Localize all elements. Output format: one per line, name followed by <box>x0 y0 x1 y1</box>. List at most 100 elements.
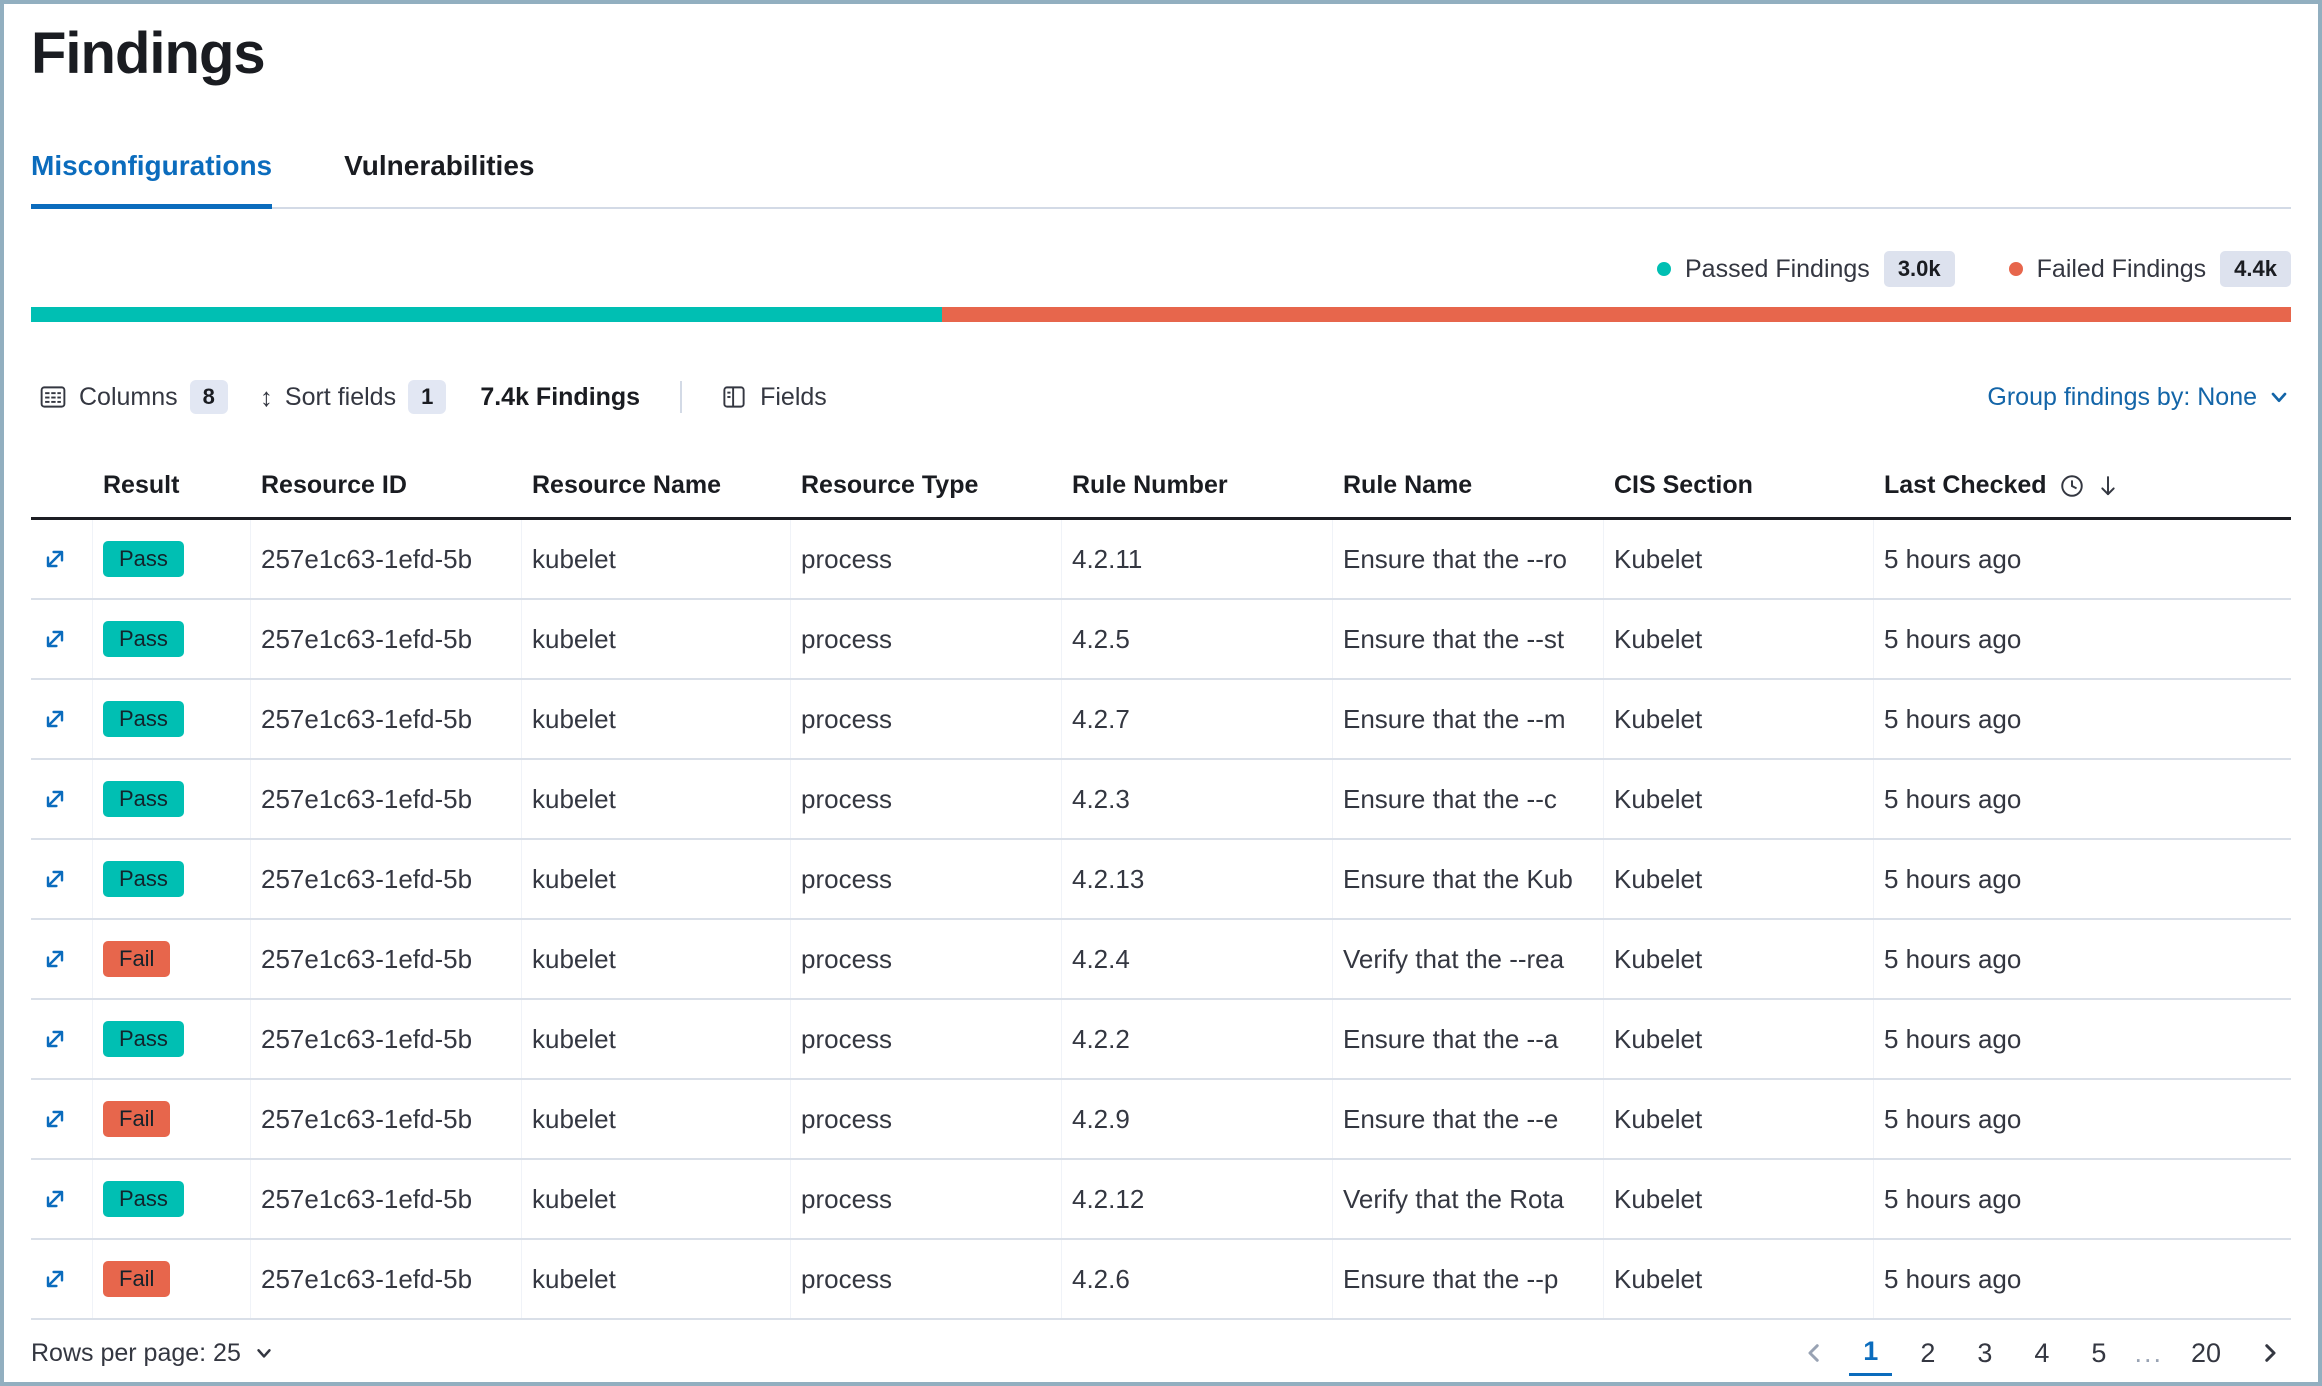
rule-number-cell: 4.2.13 <box>1062 840 1333 918</box>
rule-number-cell: 4.2.3 <box>1062 760 1333 838</box>
findings-total: 7.4k Findings <box>470 383 650 412</box>
last-checked-cell: 5 hours ago <box>1874 1240 2291 1318</box>
table-row: Pass 257e1c63-1efd-5b kubelet process 4.… <box>31 1160 2291 1240</box>
expand-row-icon[interactable] <box>41 705 69 733</box>
table-row: Pass 257e1c63-1efd-5b kubelet process 4.… <box>31 520 2291 600</box>
columns-button[interactable]: Columns 8 <box>31 376 236 418</box>
findings-table: Result Resource ID Resource Name Resourc… <box>31 454 2291 1386</box>
resource-id-cell: 257e1c63-1efd-5b <box>251 760 522 838</box>
page-ellipsis: ... <box>2134 1338 2163 1369</box>
expand-row-icon[interactable] <box>41 1025 69 1053</box>
resource-id-cell: 257e1c63-1efd-5b <box>251 600 522 678</box>
group-findings-by-button[interactable]: Group findings by: None <box>1987 383 2291 412</box>
expand-row-icon[interactable] <box>41 785 69 813</box>
cis-section-cell: Kubelet <box>1604 1000 1874 1078</box>
result-badge: Pass <box>103 621 184 657</box>
cis-section-cell: Kubelet <box>1604 840 1874 918</box>
header-resource-type[interactable]: Resource Type <box>791 454 1062 517</box>
resource-type-cell: process <box>791 520 1062 598</box>
expand-row-icon[interactable] <box>41 865 69 893</box>
rule-name-cell: Ensure that the --c <box>1333 760 1604 838</box>
cis-section-cell: Kubelet <box>1604 680 1874 758</box>
failed-bar-segment <box>942 307 2291 322</box>
cis-section-cell: Kubelet <box>1604 520 1874 598</box>
resource-type-cell: process <box>791 1000 1062 1078</box>
resource-type-cell: process <box>791 920 1062 998</box>
rule-name-cell: Ensure that the --m <box>1333 680 1604 758</box>
cis-section-cell: Kubelet <box>1604 1080 1874 1158</box>
result-badge: Fail <box>103 941 170 977</box>
resource-id-cell: 257e1c63-1efd-5b <box>251 920 522 998</box>
page-5[interactable]: 5 <box>2077 1332 2120 1375</box>
resource-name-cell: kubelet <box>522 1080 791 1158</box>
expand-row-icon[interactable] <box>41 625 69 653</box>
header-rule-name[interactable]: Rule Name <box>1333 454 1604 517</box>
header-resource-id[interactable]: Resource ID <box>251 454 522 517</box>
resource-name-cell: kubelet <box>522 1000 791 1078</box>
sort-fields-button[interactable]: ↕ Sort fields 1 <box>252 376 454 418</box>
passed-bar-segment <box>31 307 942 322</box>
resource-id-cell: 257e1c63-1efd-5b <box>251 1160 522 1238</box>
cis-section-cell: Kubelet <box>1604 760 1874 838</box>
page-2[interactable]: 2 <box>1906 1332 1949 1375</box>
sort-fields-label: Sort fields <box>285 383 396 412</box>
sort-updown-icon: ↕ <box>260 382 273 413</box>
resource-type-cell: process <box>791 760 1062 838</box>
tab-bar: Misconfigurations Vulnerabilities <box>31 149 2291 209</box>
table-footer: Rows per page: 25 1 2 3 4 5 <box>31 1320 2291 1386</box>
rule-name-cell: Ensure that the --st <box>1333 600 1604 678</box>
resource-type-cell: process <box>791 600 1062 678</box>
resource-type-cell: process <box>791 1160 1062 1238</box>
header-rule-number[interactable]: Rule Number <box>1062 454 1333 517</box>
page-20[interactable]: 20 <box>2177 1332 2235 1375</box>
resource-type-cell: process <box>791 1240 1062 1318</box>
sort-direction-down-icon[interactable] <box>2095 473 2121 499</box>
result-badge: Pass <box>103 861 184 897</box>
table-row: Pass 257e1c63-1efd-5b kubelet process 4.… <box>31 760 2291 840</box>
grid-toolbar: Columns 8 ↕ Sort fields 1 7.4k Findings <box>31 376 2291 418</box>
result-badge: Pass <box>103 701 184 737</box>
rule-number-cell: 4.2.5 <box>1062 600 1333 678</box>
expand-row-icon[interactable] <box>41 1265 69 1293</box>
page-1[interactable]: 1 <box>1849 1330 1892 1376</box>
header-cis-section[interactable]: CIS Section <box>1604 454 1874 517</box>
tab-vulnerabilities[interactable]: Vulnerabilities <box>344 149 534 207</box>
resource-type-cell: process <box>791 680 1062 758</box>
rule-name-cell: Verify that the --rea <box>1333 920 1604 998</box>
page-3[interactable]: 3 <box>1963 1332 2006 1375</box>
resource-id-cell: 257e1c63-1efd-5b <box>251 1240 522 1318</box>
last-checked-cell: 5 hours ago <box>1874 600 2291 678</box>
failed-label: Failed Findings <box>2037 255 2207 284</box>
expand-row-icon[interactable] <box>41 545 69 573</box>
table-row: Fail 257e1c63-1efd-5b kubelet process 4.… <box>31 1080 2291 1160</box>
tab-misconfigurations[interactable]: Misconfigurations <box>31 149 272 207</box>
rows-per-page-button[interactable]: Rows per page: 25 <box>31 1339 275 1368</box>
resource-id-cell: 257e1c63-1efd-5b <box>251 520 522 598</box>
prev-page-icon[interactable] <box>1793 1340 1835 1366</box>
rule-number-cell: 4.2.6 <box>1062 1240 1333 1318</box>
expand-row-icon[interactable] <box>41 945 69 973</box>
next-page-icon[interactable] <box>2249 1340 2291 1366</box>
rule-name-cell: Ensure that the --a <box>1333 1000 1604 1078</box>
header-result[interactable]: Result <box>93 454 251 517</box>
pagination: 1 2 3 4 5 ... 20 <box>1793 1330 2291 1376</box>
last-checked-cell: 5 hours ago <box>1874 680 2291 758</box>
page-4[interactable]: 4 <box>2020 1332 2063 1375</box>
rule-name-cell: Verify that the Rota <box>1333 1160 1604 1238</box>
rule-name-cell: Ensure that the --p <box>1333 1240 1604 1318</box>
fields-button[interactable]: Fields <box>712 379 835 416</box>
result-badge: Pass <box>103 781 184 817</box>
header-resource-name[interactable]: Resource Name <box>522 454 791 517</box>
cis-section-cell: Kubelet <box>1604 600 1874 678</box>
resource-name-cell: kubelet <box>522 520 791 598</box>
last-checked-cell: 5 hours ago <box>1874 520 2291 598</box>
group-by-label: Group findings by: None <box>1987 383 2257 412</box>
resource-id-cell: 257e1c63-1efd-5b <box>251 1080 522 1158</box>
expand-row-icon[interactable] <box>41 1185 69 1213</box>
last-checked-cell: 5 hours ago <box>1874 840 2291 918</box>
result-badge: Fail <box>103 1101 170 1137</box>
expand-row-icon[interactable] <box>41 1105 69 1133</box>
header-last-checked[interactable]: Last Checked <box>1874 454 2291 517</box>
cis-section-cell: Kubelet <box>1604 920 1874 998</box>
result-badge: Pass <box>103 541 184 577</box>
